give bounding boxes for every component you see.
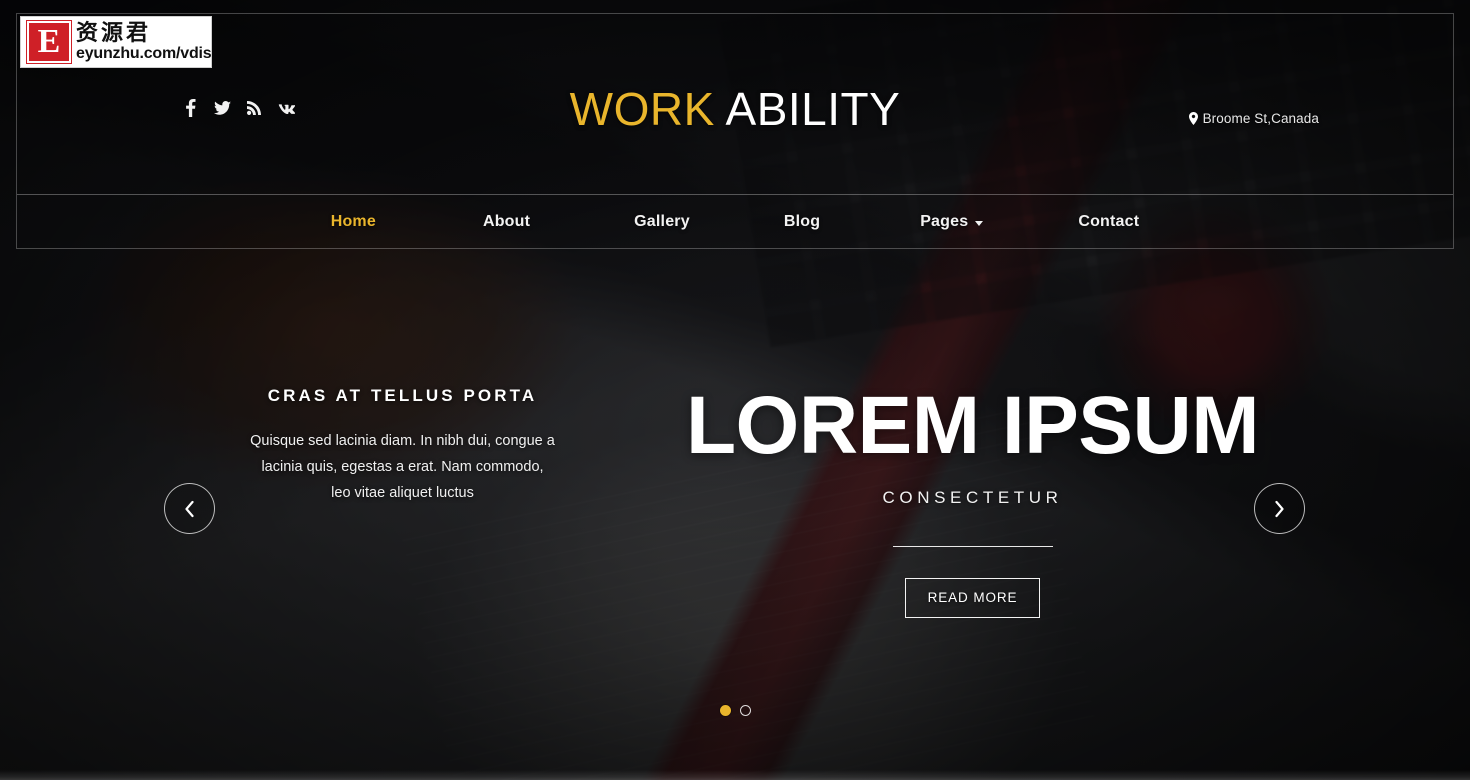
nav-item-contact[interactable]: Contact	[1078, 213, 1139, 231]
side-caption-body: Quisque sed lacinia diam. In nibh dui, c…	[250, 433, 555, 501]
chevron-left-icon	[184, 500, 195, 518]
hero-divider	[892, 546, 1053, 547]
nav-item-home[interactable]: Home	[331, 213, 376, 231]
watermark-logo-mark: E	[26, 20, 72, 64]
main-navigation: Home About Gallery Blog Pages Contact	[17, 194, 1453, 249]
site-title: WORK ABILITY	[17, 82, 1453, 136]
slider-dot-2[interactable]	[739, 705, 751, 716]
slider-next-button[interactable]	[1254, 483, 1305, 534]
nav-item-gallery[interactable]: Gallery	[634, 213, 690, 231]
watermark-chinese-name: 资源君	[76, 20, 152, 45]
nav-item-about[interactable]: About	[483, 213, 530, 231]
nav-item-pages-label: Pages	[920, 213, 969, 230]
hero-title: LOREM IPSUM	[685, 380, 1260, 471]
nav-item-blog-label: Blog	[783, 213, 821, 230]
side-caption-heading: CRAS AT TELLUS PORTA	[267, 386, 538, 405]
chevron-down-icon	[975, 220, 984, 226]
chevron-right-icon	[1274, 500, 1285, 518]
hero-subtitle: CONSECTETUR	[882, 488, 1063, 507]
nav-item-contact-label: Contact	[1078, 213, 1140, 230]
header-top-bar: WORK ABILITY Broome St,Canada	[17, 14, 1453, 194]
slider-prev-button[interactable]	[164, 483, 215, 534]
nav-item-pages[interactable]: Pages	[920, 213, 984, 231]
site-title-rest: ABILITY	[714, 83, 901, 135]
address-label: Broome St,Canada	[1202, 111, 1319, 126]
read-more-button[interactable]: READ MORE	[904, 578, 1041, 618]
hero-content: LOREM IPSUM CONSECTETUR READ MORE	[635, 385, 1310, 618]
page-root: WORK ABILITY Broome St,Canada Home About	[0, 0, 1470, 780]
header-address: Broome St,Canada	[1188, 111, 1319, 126]
nav-item-gallery-label: Gallery	[634, 213, 690, 230]
slider-side-caption: CRAS AT TELLUS PORTA Quisque sed lacinia…	[250, 386, 555, 506]
map-marker-icon	[1188, 112, 1198, 125]
watermark-url: eyunzhu.com/vdisk	[76, 45, 212, 62]
nav-items: Home About Gallery Blog Pages Contact	[331, 213, 1140, 231]
site-title-highlight: WORK	[569, 83, 715, 135]
watermark-logo: E 资源君 eyunzhu.com/vdisk	[20, 16, 212, 68]
header-container: WORK ABILITY Broome St,Canada Home About	[16, 13, 1454, 249]
nav-item-about-label: About	[482, 213, 531, 230]
nav-item-blog[interactable]: Blog	[784, 213, 820, 231]
watermark-logo-text: 资源君 eyunzhu.com/vdisk	[76, 20, 212, 62]
nav-item-home-label: Home	[330, 213, 376, 230]
slider-dot-1[interactable]	[719, 705, 731, 716]
slider-pagination	[0, 705, 1470, 716]
